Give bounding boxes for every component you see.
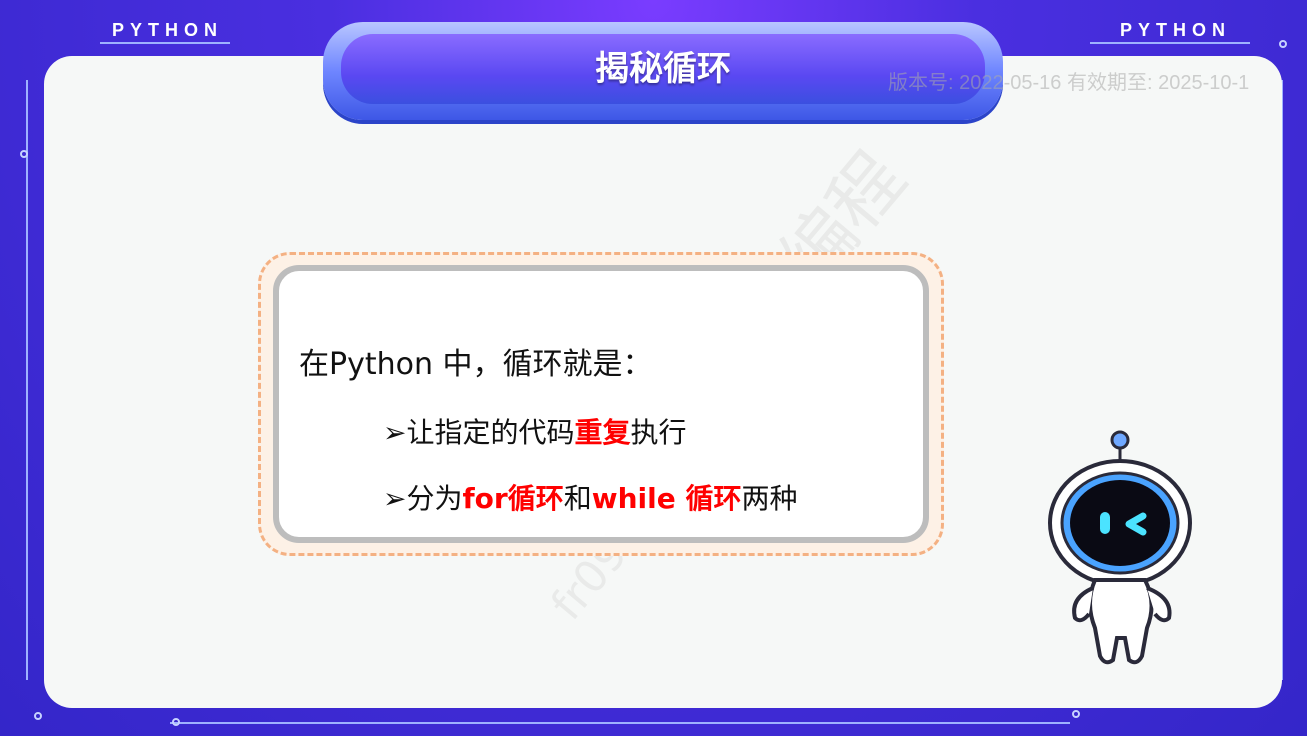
python-tag-right: PYTHON (1120, 20, 1232, 40)
frame-line-left (26, 80, 28, 680)
bullet1-suffix: 执行 (630, 416, 687, 449)
content-card-inner: 在Python 中，循环就是： ➢让指定的代码重复执行 ➢分为for循环和whi… (273, 265, 929, 543)
intro-text: 在Python 中，循环就是： (299, 347, 653, 382)
robot-mascot-icon (1048, 430, 1192, 665)
bullet2-highlight-for: for循环 (462, 482, 564, 515)
bullet1-prefix: 让指定的代码 (406, 416, 575, 449)
frame-line-bottom (170, 722, 1070, 724)
bullet2-suffix: 两种 (741, 482, 798, 515)
bullet1-highlight: 重复 (574, 416, 631, 449)
bullet2-prefix: 分为 (406, 482, 463, 515)
bullet2-middle: 和 (563, 482, 592, 515)
version-watermark: 版本号: 2022-05-16 有效期至: 2025-10-1 (888, 72, 1250, 94)
frame-dot-2 (1279, 40, 1287, 48)
bullet-marker: ➢ (383, 416, 407, 449)
frame-dot-1 (20, 150, 28, 158)
frame-dot-5 (34, 712, 42, 720)
bullet2-highlight-while: while 循环 (591, 482, 742, 515)
frame-line-top-right (1090, 42, 1250, 44)
content-card: 在Python 中，循环就是： ➢让指定的代码重复执行 ➢分为for循环和whi… (258, 252, 944, 556)
python-tag-left: PYTHON (112, 20, 224, 40)
frame-dot-3 (172, 718, 180, 726)
bullet-marker: ➢ (383, 482, 407, 515)
frame-dot-4 (1072, 710, 1080, 718)
bullet-repeat: ➢让指定的代码重复执行 (383, 411, 687, 451)
bullet-loop-types: ➢分为for循环和while 循环两种 (383, 477, 798, 517)
frame-line-top-left (100, 42, 230, 44)
